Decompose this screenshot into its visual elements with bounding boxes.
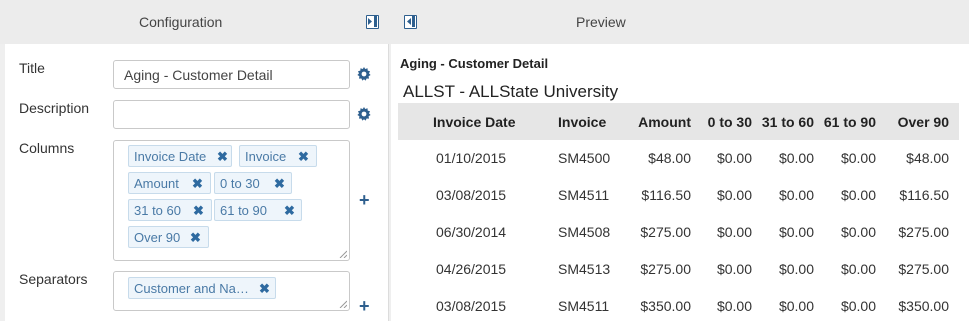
description-label: Description bbox=[19, 100, 90, 116]
cell-31-to-60: $0.00 bbox=[778, 298, 814, 314]
column-header-invoice: Invoice bbox=[558, 114, 607, 130]
cell-over-90: $275.00 bbox=[898, 224, 949, 240]
separator-tag-label: Customer and Na… bbox=[134, 281, 249, 296]
preview-panel: Aging - Customer Detail ALLST - ALLState… bbox=[391, 44, 969, 321]
cell-0-to-30: $0.00 bbox=[716, 261, 752, 277]
cell-31-to-60: $0.00 bbox=[778, 187, 814, 203]
cell-over-90: $116.50 bbox=[899, 187, 949, 203]
column-tag-label: Invoice bbox=[245, 149, 287, 164]
column-tag-label: 61 to 90 bbox=[220, 203, 267, 218]
remove-tag-icon[interactable]: ✖ bbox=[190, 230, 201, 246]
cell-31-to-60: $0.00 bbox=[778, 150, 814, 166]
cell-61-to-90: $0.00 bbox=[840, 150, 876, 166]
separator-tag: Customer and Na… ✖ bbox=[128, 277, 276, 299]
column-tag-label: Amount bbox=[134, 176, 179, 191]
column-tag-label: Over 90 bbox=[134, 230, 181, 245]
column-header-over-90: Over 90 bbox=[897, 114, 949, 130]
column-header-amount: Amount bbox=[638, 114, 691, 130]
cell-over-90: $275.00 bbox=[898, 261, 949, 277]
add-column-plus-icon[interactable]: + bbox=[359, 191, 370, 209]
columns-label: Columns bbox=[19, 140, 75, 156]
remove-tag-icon[interactable]: ✖ bbox=[217, 149, 228, 165]
title-label: Title bbox=[19, 60, 45, 76]
cell-invoice: SM4508 bbox=[558, 224, 611, 240]
cell-invoice: SM4500 bbox=[558, 150, 611, 166]
cell-61-to-90: $0.00 bbox=[840, 187, 876, 203]
cell-0-to-30: $0.00 bbox=[716, 150, 752, 166]
description-settings-gear-icon[interactable] bbox=[357, 107, 371, 121]
cell-over-90: $48.00 bbox=[906, 150, 949, 166]
title-input[interactable]: Aging - Customer Detail bbox=[113, 60, 350, 89]
resize-handle-icon[interactable] bbox=[339, 300, 347, 308]
cell-invoice: SM4513 bbox=[558, 261, 611, 277]
remove-tag-icon[interactable]: ✖ bbox=[298, 149, 309, 165]
cell-amount: $350.00 bbox=[640, 298, 691, 314]
columns-tag-box[interactable]: Invoice Date ✖ Invoice ✖ Amount ✖ 0 to 3… bbox=[113, 140, 350, 261]
column-tag-label: 31 to 60 bbox=[134, 203, 181, 218]
column-tag: Invoice ✖ bbox=[239, 145, 317, 167]
cell-amount: $275.00 bbox=[640, 224, 691, 240]
cell-61-to-90: $0.00 bbox=[840, 298, 876, 314]
column-tag: Invoice Date ✖ bbox=[128, 145, 232, 167]
column-tag: Amount ✖ bbox=[128, 172, 211, 194]
column-header-31-to-60: 31 to 60 bbox=[761, 114, 814, 130]
remove-tag-icon[interactable]: ✖ bbox=[259, 281, 270, 297]
cell-over-90: $350.00 bbox=[898, 298, 949, 314]
configuration-title: Configuration bbox=[139, 14, 223, 30]
separators-label: Separators bbox=[19, 271, 88, 287]
title-settings-gear-icon[interactable] bbox=[357, 67, 371, 81]
report-title: Aging - Customer Detail bbox=[400, 56, 549, 71]
collapse-panel-icon[interactable] bbox=[366, 15, 379, 29]
top-header: Configuration Preview bbox=[0, 0, 969, 44]
column-header-61-to-90: 61 to 90 bbox=[823, 114, 876, 130]
cell-61-to-90: $0.00 bbox=[840, 261, 876, 277]
add-separator-plus-icon[interactable]: + bbox=[359, 297, 370, 315]
remove-tag-icon[interactable]: ✖ bbox=[284, 203, 295, 219]
cell-amount: $275.00 bbox=[640, 261, 691, 277]
remove-tag-icon[interactable]: ✖ bbox=[192, 176, 203, 192]
column-tag: 0 to 30 ✖ bbox=[214, 172, 292, 194]
cell-31-to-60: $0.00 bbox=[778, 261, 814, 277]
company-name: ALLST - ALLState University bbox=[403, 82, 619, 101]
column-tag: 31 to 60 ✖ bbox=[128, 199, 212, 221]
cell-invoice-date: 04/26/2015 bbox=[436, 261, 507, 277]
expand-panel-icon[interactable] bbox=[404, 15, 417, 29]
preview-title: Preview bbox=[576, 14, 626, 30]
cell-invoice-date: 01/10/2015 bbox=[436, 150, 507, 166]
column-tag-label: Invoice Date bbox=[134, 149, 207, 164]
remove-tag-icon[interactable]: ✖ bbox=[274, 176, 285, 192]
configuration-panel: Title Aging - Customer Detail Descriptio… bbox=[5, 44, 389, 321]
cell-0-to-30: $0.00 bbox=[716, 187, 752, 203]
cell-invoice: SM4511 bbox=[558, 187, 610, 203]
cell-31-to-60: $0.00 bbox=[778, 224, 814, 240]
resize-handle-icon[interactable] bbox=[339, 250, 347, 258]
cell-invoice: SM4511 bbox=[558, 298, 610, 314]
column-header-0-to-30: 0 to 30 bbox=[707, 114, 752, 130]
column-tag-label: 0 to 30 bbox=[220, 176, 260, 191]
column-header-invoice-date: Invoice Date bbox=[433, 114, 516, 130]
cell-61-to-90: $0.00 bbox=[840, 224, 876, 240]
cell-0-to-30: $0.00 bbox=[716, 298, 752, 314]
cell-0-to-30: $0.00 bbox=[716, 224, 752, 240]
cell-invoice-date: 03/08/2015 bbox=[436, 187, 507, 203]
column-tag: Over 90 ✖ bbox=[128, 226, 209, 248]
separators-tag-box[interactable]: Customer and Na… ✖ bbox=[113, 271, 350, 311]
cell-invoice-date: 06/30/2014 bbox=[436, 224, 507, 240]
remove-tag-icon[interactable]: ✖ bbox=[193, 203, 204, 219]
cell-amount: $48.00 bbox=[648, 150, 691, 166]
column-tag: 61 to 90 ✖ bbox=[214, 199, 302, 221]
description-input[interactable] bbox=[113, 100, 350, 129]
cell-amount: $116.50 bbox=[641, 187, 691, 203]
cell-invoice-date: 03/08/2015 bbox=[436, 298, 507, 314]
